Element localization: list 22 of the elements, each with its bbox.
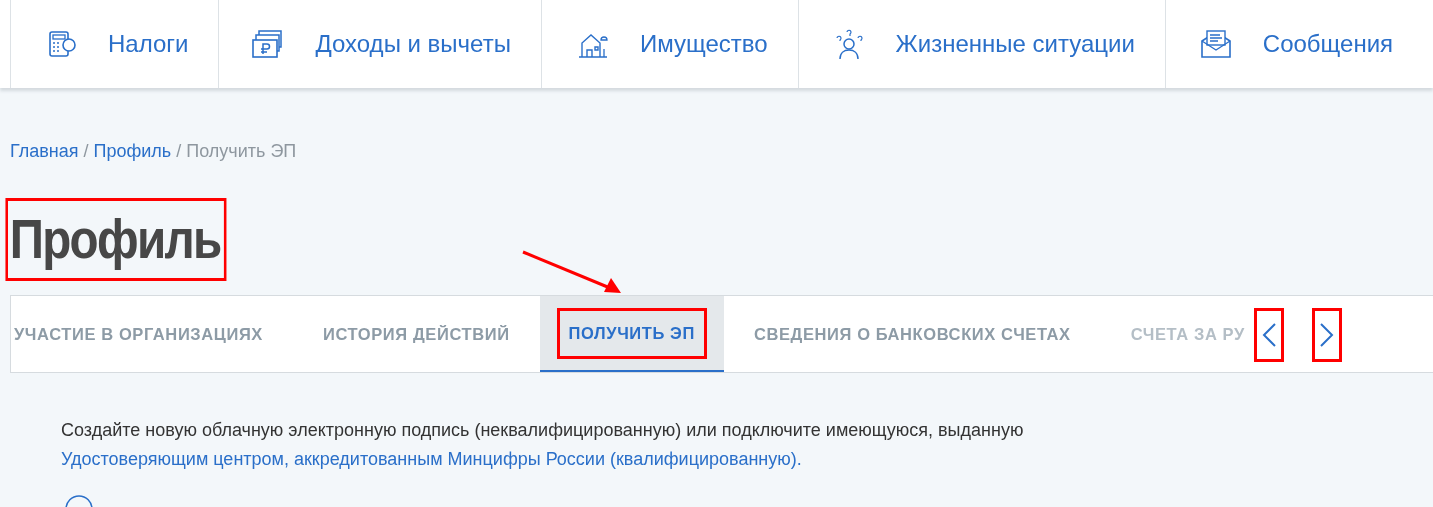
link[interactable]: Удостоверяющим (61, 449, 214, 470)
nav-link[interactable]: Имущество (540, 0, 798, 88)
breadcrumb-link[interactable]: Главная (10, 141, 79, 161)
nav-link[interactable]: Жизненные ситуации (797, 0, 1165, 88)
intro-text: Создайте новую облачную электронную подпись (неквалифицированную) или подключите имеющуюся, выданную Удостоверяющим центром, аккредитованным Минцифры России (квалифицированную). (61, 419, 1025, 472)
tab[interactable]: ПОЛУЧИТЬ ЭП (539, 296, 724, 373)
nav-link[interactable]: Доходы и вычеты (218, 0, 541, 88)
nav-link[interactable]: Сообщения (1164, 0, 1424, 88)
previous-button[interactable] (1256, 311, 1281, 360)
highlight-frame: ПОЛУЧИТЬ ЭП (559, 310, 704, 356)
tab[interactable]: ИСТОРИЯ ДЕЙСТВИЙ (293, 296, 540, 373)
page-title: Профиль (8, 201, 224, 279)
breadcrumb-current: Получить ЭП (186, 141, 297, 161)
link[interactable]: центром, аккредитованным Минцифры России (квалифицированную). (213, 449, 802, 470)
next-button[interactable] (1314, 311, 1339, 360)
tab[interactable]: УЧАСТИЕ В ОРГАНИЗАЦИЯХ (11, 296, 293, 373)
breadcrumb-separator: / (83, 141, 89, 161)
nav-link[interactable]: Налоги (10, 0, 219, 88)
envelope-icon (1198, 27, 1233, 61)
breadcrumb-link[interactable]: Профиль (93, 141, 172, 161)
breadcrumb-separator: / (176, 141, 182, 161)
tab[interactable]: СВЕДЕНИЯ О БАНКОВСКИХ СЧЕТАХ (723, 296, 1101, 373)
